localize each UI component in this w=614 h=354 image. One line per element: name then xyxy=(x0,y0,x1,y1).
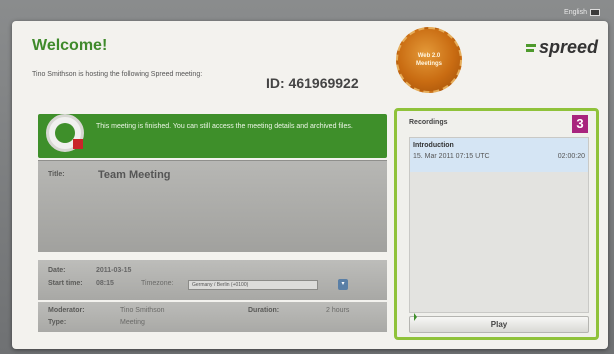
recording-item[interactable]: Introduction 15. Mar 2011 07:15 UTC 02:0… xyxy=(410,138,588,172)
spreed-logo: spreed xyxy=(525,37,598,58)
timezone-dropdown-button[interactable]: ▾ xyxy=(338,279,348,290)
language-label: English xyxy=(564,9,587,16)
start-time-label: Start time: xyxy=(48,280,83,287)
recording-title: Introduction xyxy=(413,142,454,149)
type-label: Type: xyxy=(48,319,67,326)
moderator-value: Tino Smithson xyxy=(120,307,165,314)
date-section: Date: 2011-03-15 Start time: 08:15 Timez… xyxy=(38,260,387,300)
play-button[interactable]: Play xyxy=(409,313,589,333)
meeting-status-icon xyxy=(46,114,84,152)
type-value: Meeting xyxy=(120,319,145,326)
welcome-heading: Welcome! xyxy=(32,37,108,54)
start-time-value: 08:15 xyxy=(96,280,114,287)
title-section: Title: Team Meeting xyxy=(38,160,387,252)
badge-line-2: Meetings xyxy=(415,61,442,67)
host-description: Tino Smithson is hosting the following S… xyxy=(32,71,203,78)
logo-mark-icon xyxy=(525,43,536,52)
moderator-label: Moderator: xyxy=(48,307,85,314)
recordings-header: Recordings xyxy=(409,119,448,126)
title-label: Title: xyxy=(48,171,65,178)
date-value: 2011-03-15 xyxy=(96,267,132,274)
recordings-panel: Recordings 3 Introduction 15. Mar 2011 0… xyxy=(394,108,599,340)
date-label: Date: xyxy=(48,267,66,274)
status-bar: This meeting is finished. You can still … xyxy=(38,114,387,158)
web20-badge: Web 2.0 Meetings xyxy=(396,27,462,93)
flag-icon xyxy=(590,9,600,16)
badge-line-1: Web 2.0 xyxy=(417,53,441,59)
recording-length: 02:00:20 xyxy=(557,153,585,160)
language-selector[interactable]: English xyxy=(564,9,600,16)
play-label: Play xyxy=(490,320,508,329)
recording-date: 15. Mar 2011 07:15 UTC xyxy=(413,153,490,160)
duration-value: 2 hours xyxy=(326,307,350,314)
title-value: Team Meeting xyxy=(98,169,171,181)
play-icon xyxy=(414,313,417,321)
timezone-select[interactable]: Germany / Berlin (+0100) xyxy=(188,280,318,290)
timezone-label: Timezone: xyxy=(141,280,174,287)
status-message: This meeting is finished. You can still … xyxy=(96,123,353,130)
duration-label: Duration: xyxy=(248,307,280,314)
moderator-section: Moderator: Tino Smithson Duration: 2 hou… xyxy=(38,302,387,332)
annotation-number-badge: 3 xyxy=(572,115,588,133)
meeting-id: ID: 461969922 xyxy=(266,75,359,91)
recordings-list: Introduction 15. Mar 2011 07:15 UTC 02:0… xyxy=(409,137,589,313)
logo-text: spreed xyxy=(538,37,598,57)
